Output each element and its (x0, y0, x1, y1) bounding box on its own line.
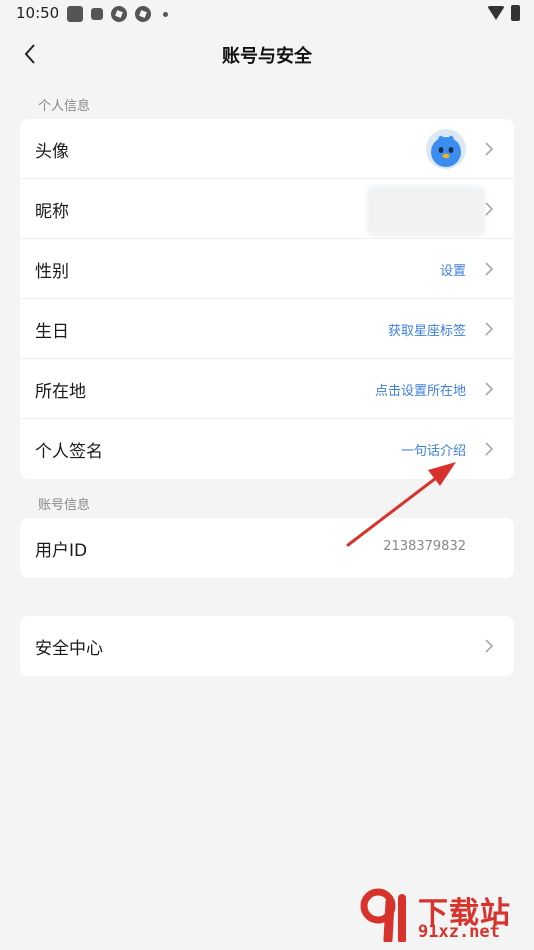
row-avatar[interactable]: 头像 (20, 119, 514, 179)
row-birthday[interactable]: 生日 获取星座标签 (20, 299, 514, 359)
section-title-personal: 个人信息 (38, 99, 91, 114)
row-label: 所在地 (35, 382, 86, 402)
system-icons (487, 5, 520, 21)
chevron-right-icon (485, 262, 494, 276)
row-label: 用户ID (35, 541, 88, 561)
nickname-blurred-value (366, 185, 486, 237)
account-info-card: 用户ID 2138379832 (20, 518, 514, 578)
security-card: 安全中心 (20, 616, 514, 676)
status-time: 10:50 (16, 4, 60, 22)
chevron-right-icon (485, 142, 494, 156)
user-id-value: 2138379832 (383, 539, 466, 554)
chevron-right-icon (485, 202, 494, 216)
row-location[interactable]: 所在地 点击设置所在地 (20, 359, 514, 419)
row-label: 生日 (35, 322, 69, 342)
bird-avatar-icon (431, 135, 461, 167)
watermark: 下载站 91xz.net (358, 886, 528, 944)
row-value: 一句话介绍 (400, 444, 466, 459)
row-signature[interactable]: 个人签名 一句话介绍 (20, 419, 514, 479)
row-label: 安全中心 (35, 639, 103, 659)
watermark-logo (360, 888, 406, 942)
aperture-icon (135, 6, 151, 22)
status-bar: 10:50 (0, 0, 534, 28)
notification-icons (67, 6, 168, 22)
aperture-icon (111, 6, 127, 22)
row-value: 设置 (439, 264, 466, 279)
row-label: 昵称 (35, 202, 69, 222)
app-notification-icon (67, 6, 83, 22)
title-bar: 账号与安全 (0, 28, 534, 80)
battery-icon (511, 5, 520, 21)
row-nickname[interactable]: 昵称 (20, 179, 514, 239)
chevron-right-icon (485, 322, 494, 336)
personal-info-card: 头像 昵称 性别 设置 生日 获取星座标签 所在地 点击设置所在地 个人签名 一… (20, 119, 514, 479)
chevron-right-icon (485, 442, 494, 456)
row-value: 点击设置所在地 (374, 384, 466, 399)
page-title: 账号与安全 (222, 46, 312, 67)
more-dot-icon (163, 11, 168, 17)
row-gender[interactable]: 性别 设置 (20, 239, 514, 299)
row-user-id: 用户ID 2138379832 (20, 518, 514, 578)
chevron-right-icon (485, 639, 494, 653)
chevron-right-icon (485, 382, 494, 396)
row-label: 头像 (35, 142, 69, 162)
stop-icon (91, 8, 103, 20)
section-title-account: 账号信息 (38, 498, 91, 513)
row-label: 个人签名 (35, 442, 103, 462)
watermark-url: 91xz.net (418, 922, 500, 942)
row-label: 性别 (35, 262, 69, 282)
row-value: 获取星座标签 (387, 324, 466, 339)
row-security-center[interactable]: 安全中心 (20, 616, 514, 676)
wifi-icon (487, 6, 505, 20)
avatar[interactable] (426, 129, 466, 169)
